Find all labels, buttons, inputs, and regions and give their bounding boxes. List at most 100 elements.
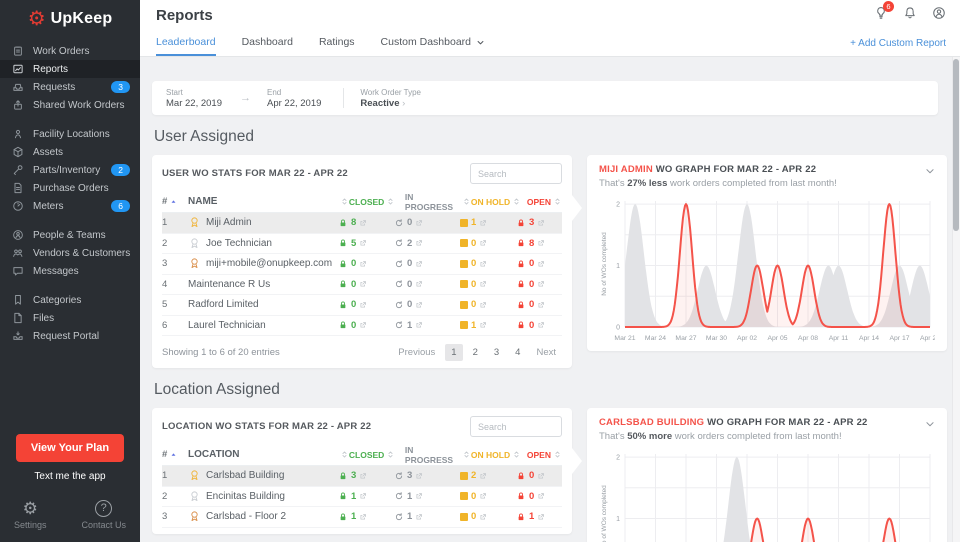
table-row[interactable]: 5Radford Limited0000 — [162, 295, 562, 316]
stat-value[interactable]: 1 — [394, 491, 460, 502]
sidebar-item-requests[interactable]: Requests3 — [0, 78, 140, 96]
column-closed[interactable]: CLOSED — [349, 450, 405, 460]
column-on-hold[interactable]: ON HOLD — [471, 197, 527, 207]
table-row[interactable]: 3Carlsbad - Floor 21101 — [162, 507, 562, 528]
external-link-icon[interactable] — [537, 239, 545, 247]
column-in-progress[interactable]: IN PROGRESS — [405, 192, 471, 212]
collapse-chevron-icon[interactable] — [923, 164, 937, 178]
stat-value[interactable]: 0 — [394, 258, 460, 269]
text-me-the-app-link[interactable]: Text me the app — [0, 471, 140, 482]
external-link-icon[interactable] — [359, 492, 367, 500]
profile-button[interactable] — [932, 6, 946, 25]
external-link-icon[interactable] — [479, 301, 487, 309]
filter-wo-type[interactable]: Work Order Type Reactive › — [360, 88, 421, 109]
stat-value[interactable]: 0 — [516, 258, 562, 269]
external-link-icon[interactable] — [359, 219, 367, 227]
external-link-icon[interactable] — [537, 219, 545, 227]
stat-value[interactable]: 3 — [516, 217, 562, 228]
sidebar-item-facility-locations[interactable]: Facility Locations — [0, 125, 140, 143]
stat-value[interactable]: 3 — [394, 470, 460, 481]
stat-value[interactable]: 0 — [394, 279, 460, 290]
external-link-icon[interactable] — [415, 472, 423, 480]
table-row[interactable]: 1Carlsbad Building3320 — [162, 466, 562, 487]
column-open[interactable]: OPEN — [527, 450, 562, 460]
stat-value[interactable]: 0 — [460, 491, 516, 502]
tab-leaderboard[interactable]: Leaderboard — [156, 30, 216, 56]
column-closed[interactable]: CLOSED — [349, 197, 405, 207]
stat-value[interactable]: 1 — [394, 320, 460, 331]
external-link-icon[interactable] — [479, 239, 487, 247]
external-link-icon[interactable] — [479, 492, 487, 500]
tab-custom-dashboard[interactable]: Custom Dashboard — [381, 30, 486, 56]
sidebar-item-assets[interactable]: Assets — [0, 143, 140, 161]
external-link-icon[interactable] — [537, 260, 545, 268]
column-rank[interactable]: # — [162, 196, 188, 207]
stat-value[interactable]: 8 — [338, 217, 394, 228]
sidebar-item-request-portal[interactable]: Request Portal — [0, 327, 140, 345]
external-link-icon[interactable] — [415, 239, 423, 247]
sidebar-item-reports[interactable]: Reports — [0, 60, 140, 78]
external-link-icon[interactable] — [415, 321, 423, 329]
sidebar-item-people-teams[interactable]: People & Teams — [0, 226, 140, 244]
external-link-icon[interactable] — [359, 513, 367, 521]
external-link-icon[interactable] — [359, 321, 367, 329]
stat-value[interactable]: 0 — [516, 279, 562, 290]
table-row[interactable]: 4Maintenance R Us0000 — [162, 275, 562, 296]
sidebar-item-shared-work-orders[interactable]: Shared Work Orders — [0, 96, 140, 114]
stat-value[interactable]: 2 — [394, 238, 460, 249]
stat-value[interactable]: 0 — [394, 299, 460, 310]
settings-button[interactable]: ⚙ Settings — [14, 500, 47, 530]
stat-value[interactable]: 0 — [460, 238, 516, 249]
table-row[interactable]: 1Miji Admin8013 — [162, 213, 562, 234]
external-link-icon[interactable] — [359, 472, 367, 480]
add-custom-report-link[interactable]: + Add Custom Report — [850, 38, 946, 49]
search-input[interactable] — [470, 163, 562, 184]
stat-value[interactable]: 8 — [516, 238, 562, 249]
stat-value[interactable]: 2 — [460, 470, 516, 481]
brand-logo[interactable]: ⚙ UpKeep — [0, 0, 140, 38]
stat-value[interactable]: 1 — [338, 511, 394, 522]
stat-value[interactable]: 0 — [460, 258, 516, 269]
stat-value[interactable]: 0 — [516, 491, 562, 502]
scrollbar-thumb[interactable] — [953, 59, 959, 231]
stat-value[interactable]: 0 — [394, 217, 460, 228]
search-input[interactable] — [470, 416, 562, 437]
page-previous[interactable]: Previous — [392, 344, 441, 361]
sidebar-item-messages[interactable]: Messages — [0, 262, 140, 280]
sidebar-item-parts-inventory[interactable]: Parts/Inventory2 — [0, 161, 140, 179]
stat-value[interactable]: 3 — [338, 470, 394, 481]
stat-value[interactable]: 0 — [516, 320, 562, 331]
sidebar-item-meters[interactable]: Meters6 — [0, 197, 140, 215]
collapse-chevron-icon[interactable] — [923, 417, 937, 431]
stat-value[interactable]: 0 — [338, 320, 394, 331]
stat-value[interactable]: 0 — [460, 299, 516, 310]
sidebar-item-files[interactable]: Files — [0, 309, 140, 327]
stat-value[interactable]: 0 — [338, 258, 394, 269]
tab-dashboard[interactable]: Dashboard — [242, 30, 293, 56]
stat-value[interactable]: 0 — [516, 299, 562, 310]
stat-value[interactable]: 1 — [460, 217, 516, 228]
external-link-icon[interactable] — [359, 301, 367, 309]
column-open[interactable]: OPEN — [527, 197, 562, 207]
sidebar-item-purchase-orders[interactable]: Purchase Orders — [0, 179, 140, 197]
external-link-icon[interactable] — [415, 513, 423, 521]
column-rank[interactable]: # — [162, 449, 188, 460]
external-link-icon[interactable] — [537, 472, 545, 480]
external-link-icon[interactable] — [479, 280, 487, 288]
filter-end-date[interactable]: End Apr 22, 2019 — [267, 88, 321, 109]
table-row[interactable]: 6Laurel Technician0110 — [162, 316, 562, 337]
stat-value[interactable]: 0 — [338, 279, 394, 290]
sidebar-item-categories[interactable]: Categories — [0, 291, 140, 309]
table-row[interactable]: 3miji+mobile@onupkeep.com0000 — [162, 254, 562, 275]
external-link-icon[interactable] — [479, 513, 487, 521]
page-2[interactable]: 2 — [467, 344, 484, 361]
external-link-icon[interactable] — [415, 219, 423, 227]
stat-value[interactable]: 1 — [460, 320, 516, 331]
column-name[interactable]: LOCATION — [188, 449, 349, 460]
sidebar-item-work-orders[interactable]: Work Orders — [0, 42, 140, 60]
stat-value[interactable]: 0 — [516, 470, 562, 481]
notifications-button[interactable] — [903, 6, 917, 25]
page-1[interactable]: 1 — [445, 344, 462, 361]
stat-value[interactable]: 5 — [338, 238, 394, 249]
tab-ratings[interactable]: Ratings — [319, 30, 355, 56]
